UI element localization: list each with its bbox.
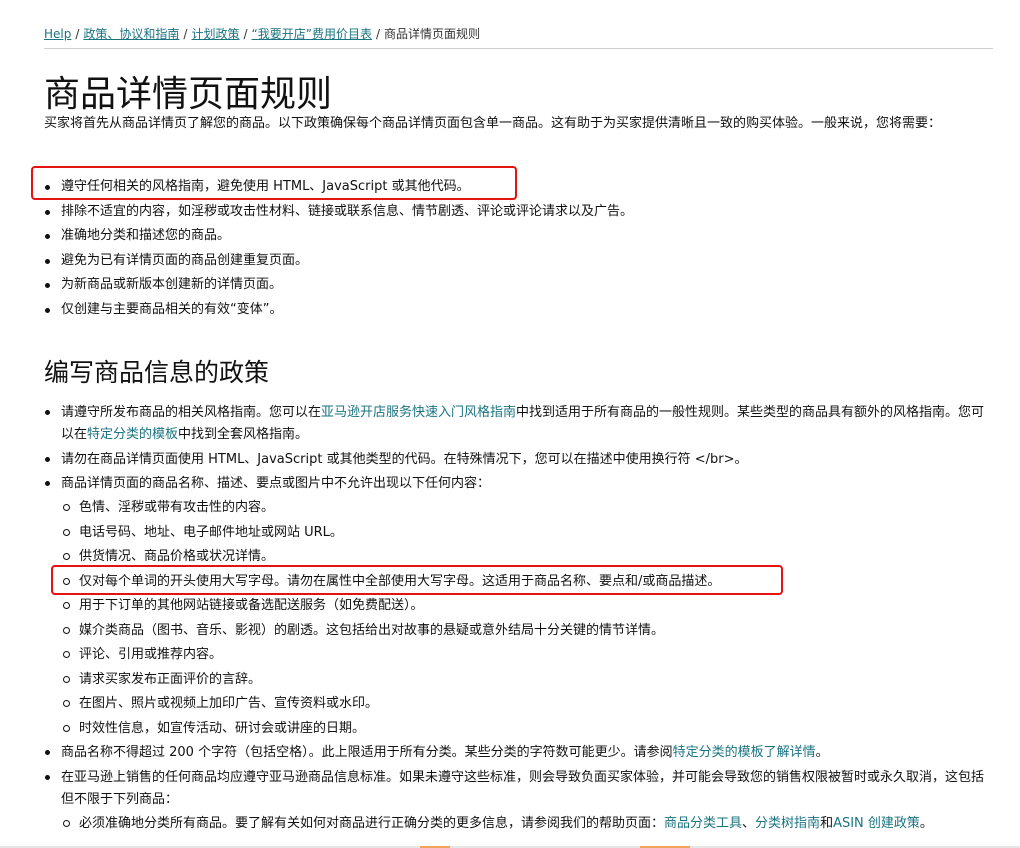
style-guide-link[interactable]: 亚马逊开店服务快速入门风格指南 xyxy=(321,405,516,420)
sub-list-item: 电话号码、地址、电子邮件地址或网站 URL。 xyxy=(61,522,994,544)
breadcrumb: Help / 政策、协议和指南 / 计划政策 / “我要开店”费用价目表 / 商品详情页面规则 xyxy=(44,25,480,42)
sub-list-item: 媒介类商品（图书、音乐、影视）的剧透。这包括给出对故事的悬疑或意外结局十分关键的… xyxy=(61,620,994,642)
sub-list-item: 请求买家发布正面评价的言辞。 xyxy=(61,669,994,691)
listing-standards-list: 必须准确地分类所有商品。要了解有关如何对商品进行正确分类的更多信息，请参阅我们的… xyxy=(61,813,994,835)
list-item-text: 和 xyxy=(820,815,834,831)
sub-list-item: 必须准确地分类所有商品。要了解有关如何对商品进行正确分类的更多信息，请参阅我们的… xyxy=(61,813,994,835)
list-item: 准确地分类和描述您的商品。 xyxy=(44,224,994,249)
list-item: 仅创建与主要商品相关的有效“变体”。 xyxy=(44,298,994,323)
sub-list-item: 在图片、照片或视频上加印广告、宣传资料或水印。 xyxy=(61,693,994,715)
breadcrumb-current: 商品详情页面规则 xyxy=(384,27,481,41)
breadcrumb-link-help[interactable]: Help xyxy=(44,27,71,41)
breadcrumb-link-fee-schedule[interactable]: “我要开店”费用价目表 xyxy=(252,27,372,41)
list-item: 遵守任何相关的风格指南，避免使用 HTML、JavaScript 或其他代码。 xyxy=(44,175,994,200)
browse-tree-guide-link[interactable]: 分类树指南 xyxy=(755,816,820,831)
list-item: 请遵守所发布商品的相关风格指南。您可以在亚马逊开店服务快速入门风格指南中找到适用… xyxy=(44,402,994,446)
breadcrumb-separator: / xyxy=(375,27,381,41)
breadcrumb-separator: / xyxy=(75,27,80,41)
list-item: 避免为已有详情页面的商品创建重复页面。 xyxy=(44,249,994,274)
section-title: 编写商品信息的政策 xyxy=(44,358,270,387)
breadcrumb-separator: / xyxy=(183,27,188,41)
list-item-text: 商品名称不得超过 200 个字符（包括空格）。此上限适用于所有分类。某些分类的字… xyxy=(61,745,673,760)
list-item: 商品详情页面的商品名称、描述、要点或图片中不允许出现以下任何内容： 色情、淫秽或… xyxy=(44,473,994,740)
sub-list-item: 仅对每个单词的开头使用大写字母。请勿在属性中全部使用大写字母。这适用于商品名称、… xyxy=(61,571,994,593)
list-item: 在亚马逊上销售的任何商品均应遵守亚马逊商品信息标准。如果未遵守这些标准，则会导致… xyxy=(44,767,994,835)
list-item-text: 。 xyxy=(919,815,933,831)
list-item-text: 必须准确地分类所有商品。要了解有关如何对商品进行正确分类的更多信息，请参阅我们的… xyxy=(79,815,665,831)
breadcrumb-link-policies[interactable]: 政策、协议和指南 xyxy=(83,27,179,41)
list-item: 请勿在商品详情页面使用 HTML、JavaScript 或其他类型的代码。在特殊… xyxy=(44,449,994,471)
product-classifier-link[interactable]: 商品分类工具 xyxy=(664,816,742,831)
divider xyxy=(44,48,993,49)
sub-list-item: 供货情况、商品价格或状况详情。 xyxy=(61,546,994,568)
list-item: 商品名称不得超过 200 个字符（包括空格）。此上限适用于所有分类。某些分类的字… xyxy=(44,742,994,764)
list-item-text: 中找到全套风格指南。 xyxy=(178,427,309,442)
asin-creation-policy-link[interactable]: ASIN 创建政策 xyxy=(833,816,920,831)
list-item: 排除不适宜的内容，如淫秽或攻击性材料、链接或联系信息、情节剧透、评论或评论请求以… xyxy=(44,200,994,225)
sub-list-item: 色情、淫秽或带有攻击性的内容。 xyxy=(61,497,994,519)
page-title: 商品详情页面规则 xyxy=(44,74,333,115)
intro-paragraph: 买家将首先从商品详情页了解您的商品。以下政策确保每个商品详情页面包含单一商品。这… xyxy=(44,116,942,131)
breadcrumb-link-program-policies[interactable]: 计划政策 xyxy=(191,27,239,41)
sub-list-item: 评论、引用或推荐内容。 xyxy=(61,644,994,666)
list-item-text: 。 xyxy=(815,745,829,760)
sub-list-item: 时效性信息，如宣传活动、研讨会或讲座的日期。 xyxy=(61,718,994,740)
list-item-text: 在亚马逊上销售的任何商品均应遵守亚马逊商品信息标准。如果未遵守这些标准，则会导致… xyxy=(61,769,985,807)
requirements-list: 遵守任何相关的风格指南，避免使用 HTML、JavaScript 或其他代码。 … xyxy=(44,175,994,322)
list-item-text: 、 xyxy=(742,815,756,831)
list-item: 为新商品或新版本创建新的详情页面。 xyxy=(44,273,994,298)
policy-list: 请遵守所发布商品的相关风格指南。您可以在亚马逊开店服务快速入门风格指南中找到适用… xyxy=(44,402,994,837)
sub-list-item: 用于下订单的其他网站链接或备选配送服务（如免费配送）。 xyxy=(61,595,994,617)
breadcrumb-separator: / xyxy=(243,27,248,41)
category-template-details-link[interactable]: 特定分类的模板了解详情 xyxy=(673,745,816,760)
prohibited-content-list: 色情、淫秽或带有攻击性的内容。 电话号码、地址、电子邮件地址或网站 URL。 供… xyxy=(61,497,994,740)
list-item-text: 商品详情页面的商品名称、描述、要点或图片中不允许出现以下任何内容： xyxy=(61,476,491,491)
category-template-link[interactable]: 特定分类的模板 xyxy=(87,427,178,442)
list-item-text: 请遵守所发布商品的相关风格指南。您可以在 xyxy=(61,405,322,420)
